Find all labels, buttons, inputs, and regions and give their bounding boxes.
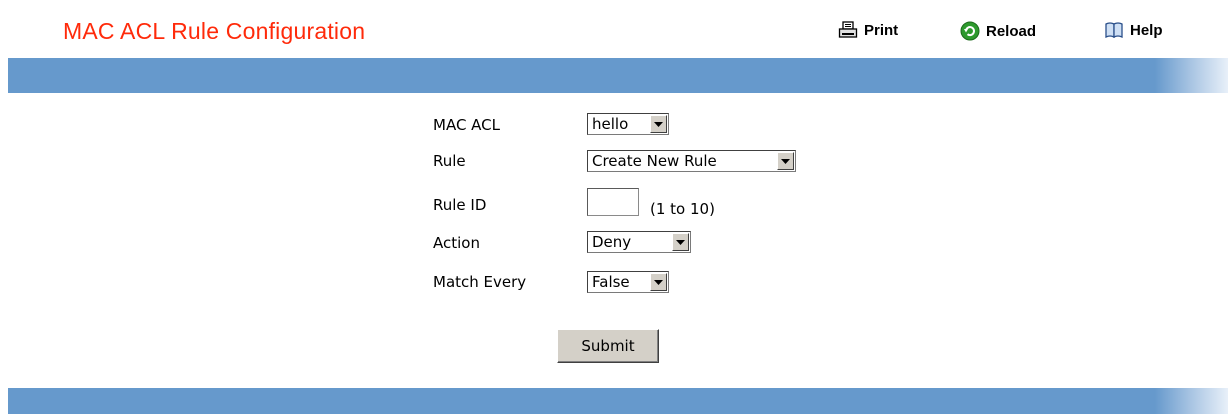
dropdown-arrow-icon[interactable] [672, 233, 689, 251]
reload-icon [960, 21, 980, 41]
match-every-value: False [592, 273, 630, 291]
page-title: MAC ACL Rule Configuration [63, 18, 366, 44]
mac-acl-label: MAC ACL [433, 116, 501, 134]
mac-acl-value: hello [592, 115, 629, 133]
reload-button[interactable]: Reload [960, 21, 1036, 41]
printer-icon [838, 21, 858, 38]
mac-acl-select[interactable]: hello [587, 113, 669, 135]
reload-label: Reload [986, 22, 1037, 40]
dropdown-arrow-icon[interactable] [650, 115, 667, 133]
rule-value: Create New Rule [592, 152, 717, 170]
header-band [8, 58, 1228, 93]
rule-id-range-hint: (1 to 10) [650, 200, 715, 218]
rule-label: Rule [433, 152, 466, 170]
print-button[interactable]: Print [838, 21, 898, 39]
print-label: Print [864, 21, 899, 39]
action-select[interactable]: Deny [587, 231, 691, 253]
rule-id-label: Rule ID [433, 196, 487, 214]
rule-id-input[interactable] [587, 188, 639, 216]
help-label: Help [1130, 21, 1163, 39]
submit-button[interactable]: Submit [557, 329, 659, 363]
footer-band [8, 388, 1228, 414]
help-book-icon [1105, 22, 1123, 39]
match-every-select[interactable]: False [587, 271, 669, 293]
action-label: Action [433, 234, 480, 252]
action-value: Deny [592, 233, 632, 251]
match-every-label: Match Every [433, 273, 527, 291]
rule-select[interactable]: Create New Rule [587, 150, 796, 172]
help-button[interactable]: Help [1104, 21, 1163, 39]
dropdown-arrow-icon[interactable] [650, 273, 667, 291]
dropdown-arrow-icon[interactable] [777, 152, 794, 170]
